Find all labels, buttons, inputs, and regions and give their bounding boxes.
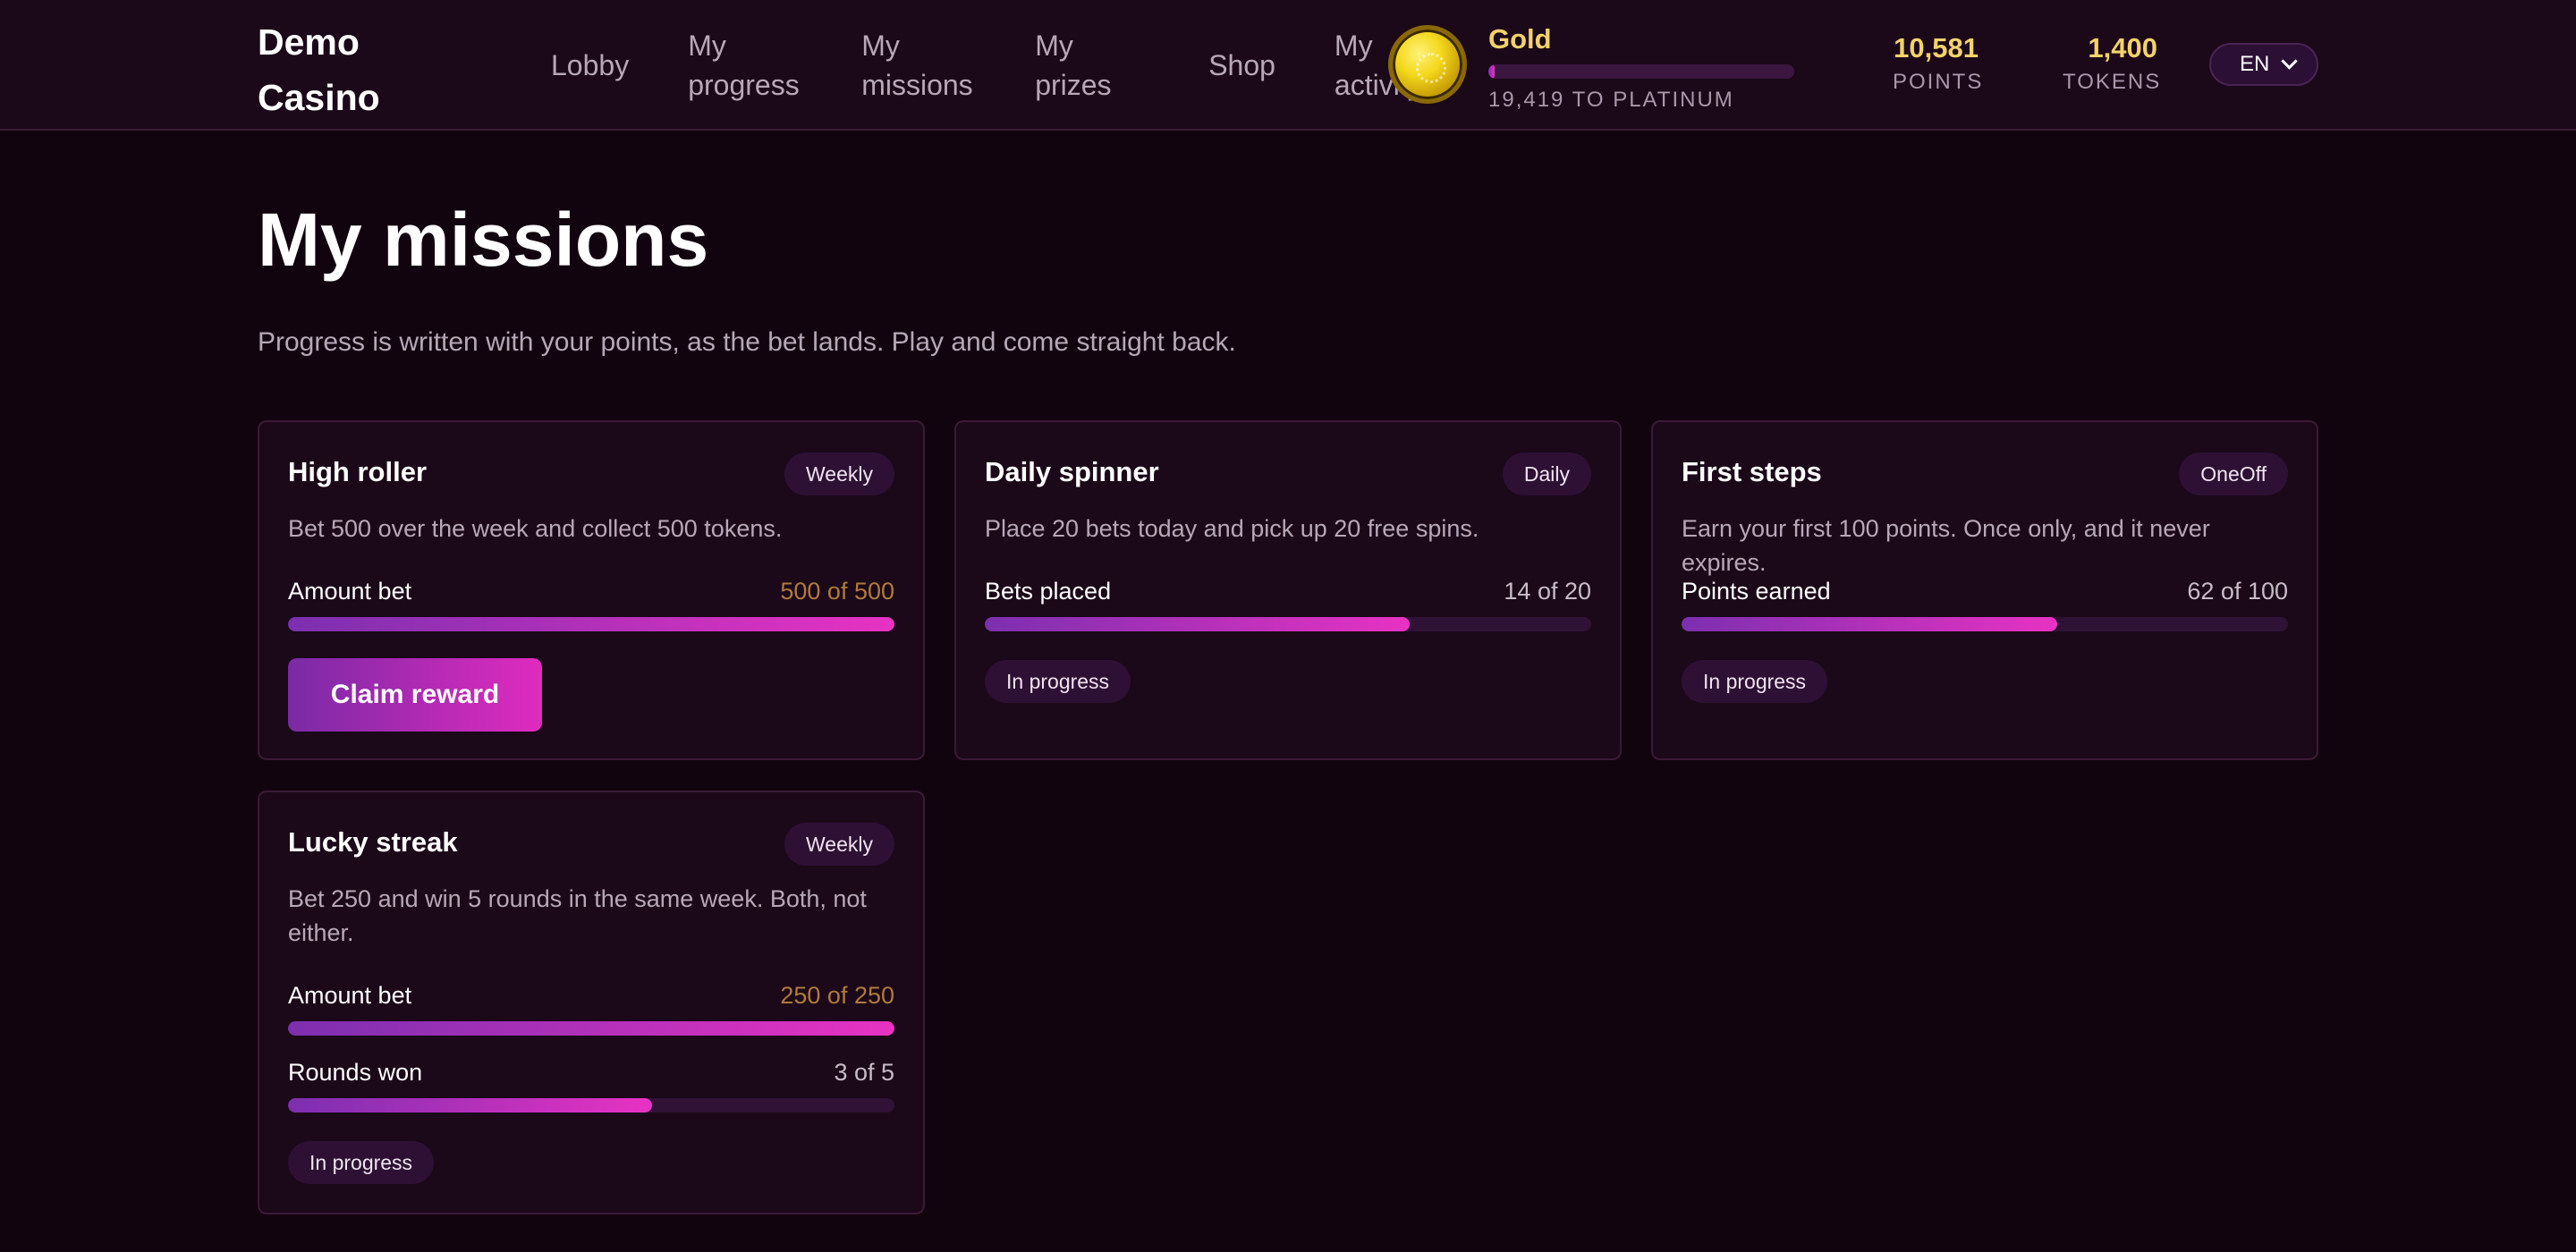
mission-frequency-badge: Weekly xyxy=(784,823,894,866)
metric-label: Amount bet xyxy=(288,578,412,605)
mission-title: Daily spinner xyxy=(985,456,1159,487)
nav-my-progress[interactable]: My progress xyxy=(688,26,802,105)
mission-metric: Points earned 62 of 100 xyxy=(1682,578,2288,631)
metric-progress-bar xyxy=(1682,617,2288,631)
mission-title: Lucky streak xyxy=(288,826,458,858)
mission-description: Earn your first 100 points. Once only, a… xyxy=(1682,515,2210,576)
metric-progress-fill xyxy=(1682,617,2058,631)
mission-title: First steps xyxy=(1682,456,1822,487)
mission-card-lucky-streak: Lucky streak Weekly Bet 250 and win 5 ro… xyxy=(258,791,925,1214)
metric-value: 500 of 500 xyxy=(780,578,894,605)
metric-label: Amount bet xyxy=(288,982,412,1009)
gold-coin-icon xyxy=(1388,25,1467,104)
language-value: EN xyxy=(2240,52,2270,76)
mission-status-badge: In progress xyxy=(288,1141,435,1184)
mission-status-badge: In progress xyxy=(1682,660,1828,703)
mission-metric: Amount bet 250 of 250 xyxy=(288,982,894,1036)
mission-frequency-badge: OneOff xyxy=(2179,453,2288,495)
metric-value: 14 of 20 xyxy=(1504,578,1591,605)
mission-frequency-badge: Weekly xyxy=(784,453,894,495)
metric-value: 250 of 250 xyxy=(780,982,894,1009)
mission-card-high-roller: High roller Weekly Bet 500 over the week… xyxy=(258,420,925,760)
metric-progress-bar xyxy=(288,1021,894,1036)
metric-progress-bar xyxy=(288,1098,894,1112)
metric-progress-bar xyxy=(985,617,1591,631)
metric-progress-fill xyxy=(288,617,894,631)
page-title: My missions xyxy=(258,198,709,282)
points-label: POINTS xyxy=(1893,70,1984,94)
mission-card-first-steps: First steps OneOff Earn your first 100 p… xyxy=(1651,420,2318,760)
nav-my-prizes[interactable]: My prizes xyxy=(1035,26,1149,105)
language-select[interactable]: EN xyxy=(2209,43,2318,86)
metric-value: 62 of 100 xyxy=(2187,578,2288,605)
mission-frequency-badge: Daily xyxy=(1502,453,1591,495)
mission-title: High roller xyxy=(288,456,428,487)
mission-description: Place 20 bets today and pick up 20 free … xyxy=(985,515,1479,542)
tier-next-label: 19,419 TO PLATINUM xyxy=(1488,88,1734,112)
mission-description: Bet 500 over the week and collect 500 to… xyxy=(288,515,783,542)
metric-label: Rounds won xyxy=(288,1059,423,1086)
tokens-value: 1,400 xyxy=(2088,32,2157,63)
nav-shop[interactable]: Shop xyxy=(1208,46,1275,85)
metric-label: Bets placed xyxy=(985,578,1112,605)
tier-progress-bar xyxy=(1488,64,1794,79)
tokens-label: TOKENS xyxy=(2063,70,2162,94)
metric-progress-bar xyxy=(288,617,894,631)
points-stat: 10,581 POINTS xyxy=(1893,32,1984,95)
metric-progress-fill xyxy=(288,1021,894,1036)
mission-metric: Rounds won 3 of 5 xyxy=(288,1059,894,1112)
tier-status[interactable]: Gold 19,419 TO PLATINUM xyxy=(1388,23,1800,113)
tier-name: Gold xyxy=(1488,23,1552,55)
mission-status-badge: In progress xyxy=(985,660,1131,703)
metric-value: 3 of 5 xyxy=(834,1059,894,1086)
metric-progress-fill xyxy=(288,1098,652,1112)
mission-metric: Amount bet 500 of 500 xyxy=(288,578,894,631)
chevron-down-icon xyxy=(2281,53,2298,70)
metric-progress-fill xyxy=(985,617,1410,631)
metric-label: Points earned xyxy=(1682,578,1831,605)
page-subtitle: Progress is written with your points, as… xyxy=(258,327,1236,357)
top-bar: Demo Casino Lobby My progress My mission… xyxy=(0,0,2576,131)
tokens-stat: 1,400 TOKENS xyxy=(2063,32,2162,95)
mission-description: Bet 250 and win 5 rounds in the same wee… xyxy=(288,885,867,946)
brand-logo[interactable]: Demo Casino xyxy=(258,14,419,125)
main-nav: Lobby My progress My missions My prizes … xyxy=(551,0,1508,131)
tier-progress-fill xyxy=(1488,64,1495,79)
points-value: 10,581 xyxy=(1894,32,1979,63)
nav-my-missions[interactable]: My missions xyxy=(861,26,976,105)
nav-lobby[interactable]: Lobby xyxy=(551,46,629,85)
mission-card-daily-spinner: Daily spinner Daily Place 20 bets today … xyxy=(954,420,1622,760)
mission-metric: Bets placed 14 of 20 xyxy=(985,578,1591,631)
claim-reward-button[interactable]: Claim reward xyxy=(288,658,542,732)
